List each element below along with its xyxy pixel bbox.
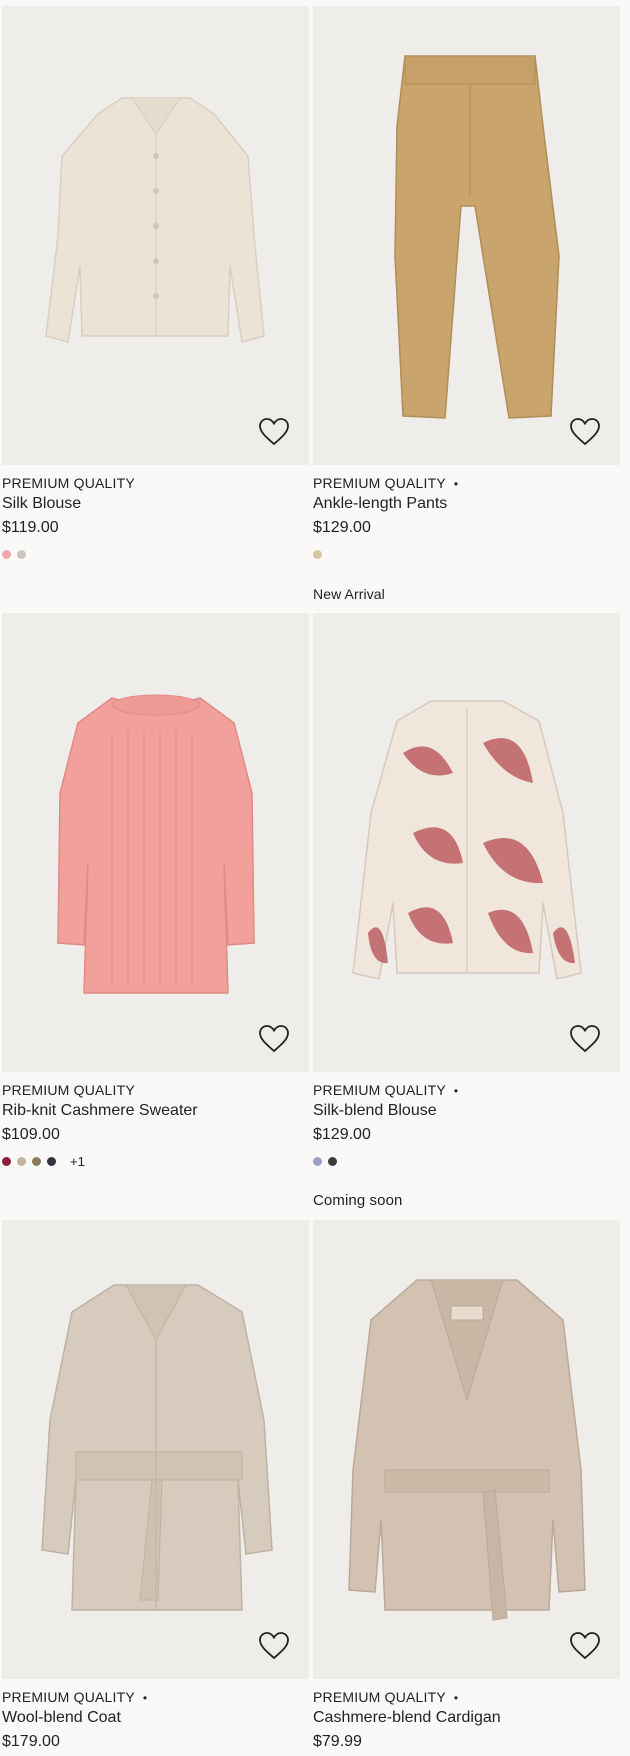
color-swatch[interactable] <box>2 549 11 559</box>
color-swatch[interactable] <box>313 549 322 559</box>
color-swatches: +1 <box>2 1154 309 1169</box>
quality-label: PREMIUM QUALITY • <box>313 1082 459 1098</box>
product-grid: New Arrival Coming soon PREMIUM QUALITY … <box>0 0 630 1756</box>
color-swatch[interactable] <box>2 1156 11 1166</box>
favorite-button[interactable] <box>257 415 291 449</box>
product-card[interactable]: PREMIUM QUALITY • Silk-blend Blouse $129.… <box>313 613 620 1167</box>
heart-outline-icon <box>259 1025 289 1053</box>
color-swatches <box>313 548 620 560</box>
product-image[interactable] <box>313 613 620 1072</box>
product-price: $129.00 <box>313 1126 371 1143</box>
product-card[interactable]: PREMIUM QUALITY Silk Blouse $119.00 <box>2 6 309 560</box>
favorite-button[interactable] <box>568 1629 602 1663</box>
color-swatch[interactable] <box>32 1156 41 1166</box>
camel-pants-image <box>313 6 620 465</box>
heart-outline-icon <box>570 1632 600 1660</box>
product-image[interactable] <box>2 613 309 1072</box>
coming-soon-label: Coming soon <box>313 1192 403 1209</box>
color-swatch[interactable] <box>47 1156 56 1166</box>
more-colors-count[interactable]: +1 <box>70 1154 85 1169</box>
heart-outline-icon <box>259 418 289 446</box>
quality-label: PREMIUM QUALITY • <box>2 1689 148 1705</box>
product-info: PREMIUM QUALITY • Ankle-length Pants $129… <box>313 465 620 560</box>
product-image[interactable] <box>313 1220 620 1679</box>
product-card[interactable]: PREMIUM QUALITY • Ankle-length Pants $129… <box>313 6 620 560</box>
product-price: $109.00 <box>2 1126 60 1143</box>
product-name[interactable]: Wool-blend Coat <box>2 1707 309 1729</box>
product-price: $119.00 <box>2 519 59 536</box>
pink-sweater-image <box>2 613 309 1072</box>
beige-cardigan-image <box>313 1220 620 1679</box>
cream-blouse-image <box>2 6 309 465</box>
product-image[interactable] <box>313 6 620 465</box>
product-card[interactable]: PREMIUM QUALITY • Wool-blend Coat $179.00 <box>2 1220 309 1755</box>
product-card[interactable]: PREMIUM QUALITY Rib-knit Cashmere Sweate… <box>2 613 309 1169</box>
color-swatches <box>313 1155 620 1167</box>
product-price: $179.00 <box>2 1733 60 1750</box>
quality-label: PREMIUM QUALITY • <box>313 1689 459 1705</box>
product-name[interactable]: Silk-blend Blouse <box>313 1100 620 1122</box>
beige-coat-image <box>2 1220 309 1679</box>
favorite-button[interactable] <box>257 1629 291 1663</box>
product-name[interactable]: Rib-knit Cashmere Sweater <box>2 1100 309 1122</box>
product-info: PREMIUM QUALITY • Silk-blend Blouse $129.… <box>313 1072 620 1167</box>
product-info: PREMIUM QUALITY • Cashmere-blend Cardigan… <box>313 1679 620 1755</box>
quality-label: PREMIUM QUALITY • <box>313 475 459 491</box>
printed-blouse-image <box>313 613 620 1072</box>
new-arrival-label: New Arrival <box>313 586 385 602</box>
color-swatch[interactable] <box>313 1156 322 1166</box>
product-info: PREMIUM QUALITY Rib-knit Cashmere Sweate… <box>2 1072 309 1169</box>
color-swatch[interactable] <box>17 1156 26 1166</box>
heart-outline-icon <box>570 1025 600 1053</box>
color-swatches <box>2 548 309 560</box>
favorite-button[interactable] <box>568 415 602 449</box>
product-price: $79.99 <box>313 1733 362 1750</box>
product-name[interactable]: Cashmere-blend Cardigan <box>313 1707 620 1729</box>
favorite-button[interactable] <box>568 1022 602 1056</box>
heart-outline-icon <box>259 1632 289 1660</box>
favorite-button[interactable] <box>257 1022 291 1056</box>
product-name[interactable]: Ankle-length Pants <box>313 493 620 515</box>
product-info: PREMIUM QUALITY • Wool-blend Coat $179.00 <box>2 1679 309 1755</box>
product-name[interactable]: Silk Blouse <box>2 493 309 515</box>
product-card[interactable]: PREMIUM QUALITY • Cashmere-blend Cardigan… <box>313 1220 620 1755</box>
color-swatch[interactable] <box>17 549 26 559</box>
quality-label: PREMIUM QUALITY <box>2 475 135 491</box>
heart-outline-icon <box>570 418 600 446</box>
quality-label: PREMIUM QUALITY <box>2 1082 135 1098</box>
product-price: $129.00 <box>313 519 371 536</box>
color-swatch[interactable] <box>328 1156 337 1166</box>
product-image[interactable] <box>2 6 309 465</box>
product-info: PREMIUM QUALITY Silk Blouse $119.00 <box>2 465 309 560</box>
product-image[interactable] <box>2 1220 309 1679</box>
